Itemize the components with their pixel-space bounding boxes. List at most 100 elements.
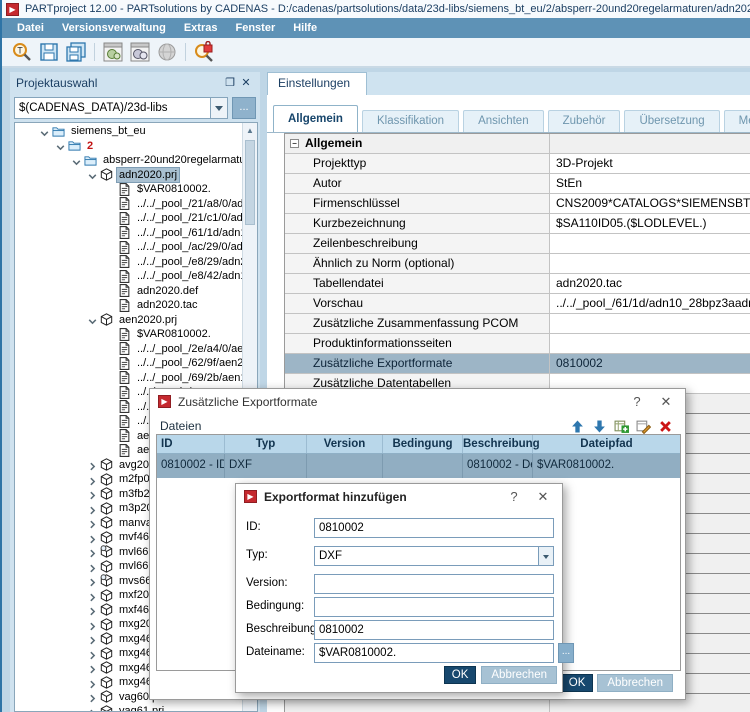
file-icon [118, 386, 133, 399]
chevron-down-icon[interactable] [538, 547, 553, 565]
beschreibung-field[interactable] [314, 620, 554, 640]
column-header[interactable]: Beschreibung [463, 435, 533, 453]
id-label: ID: [246, 521, 261, 533]
tree-item[interactable]: $VAR0810002. [15, 182, 242, 197]
tree-item[interactable]: $VAR0810002. [15, 327, 242, 342]
save-icon[interactable] [37, 40, 61, 64]
bedingung-field[interactable] [314, 597, 554, 617]
cube-icon [100, 516, 115, 529]
help-button[interactable]: ? [626, 394, 648, 409]
property-row[interactable]: Tabellendateiadn2020.tac [285, 274, 750, 294]
menu-versionsverwaltung[interactable]: Versionsverwaltung [53, 18, 175, 38]
file-icon [118, 197, 133, 210]
tree-item[interactable]: vag61.prj [15, 704, 242, 712]
cube-icon [100, 647, 115, 660]
property-row-selected[interactable]: Zusätzliche Exportformate0810002 [285, 354, 750, 374]
property-row[interactable]: Produktinformationsseiten [285, 334, 750, 354]
edit-entry-icon[interactable] [633, 418, 653, 435]
cancel-button[interactable]: Abbrechen [597, 674, 673, 692]
property-row[interactable]: Projekttyp3D-Projekt [285, 154, 750, 174]
chevron-right-icon [87, 575, 100, 586]
bedingung-label: Bedingung: [246, 600, 304, 612]
version-field[interactable] [314, 574, 554, 594]
chevron-right-icon [87, 604, 100, 615]
scrollbar-thumb[interactable] [245, 140, 255, 225]
move-up-icon[interactable] [567, 418, 587, 435]
close-button[interactable]: ✕ [655, 394, 677, 410]
tree-item[interactable]: ../../_pool_/62/9f/aen20... [15, 356, 242, 371]
browse-button[interactable]: ... [232, 97, 256, 119]
table-row-selected[interactable]: 0810002 - ID DXF 0810002 - Desc $VAR0810… [157, 454, 680, 478]
search-protected-icon[interactable] [192, 40, 216, 64]
typ-combobox[interactable] [314, 546, 554, 566]
tab-uebersetzung[interactable]: Übersetzung [624, 110, 719, 132]
property-row[interactable]: FirmenschlüsselCNS2009*CATALOGS*SIEMENSB… [285, 194, 750, 214]
property-row[interactable]: AutorStEn [285, 174, 750, 194]
scrollbar-up-icon[interactable]: ▲ [243, 123, 257, 138]
tree-item[interactable]: ../../_pool_/e8/29/adn2... [15, 255, 242, 270]
tab-allgemein[interactable]: Allgemein [273, 105, 358, 132]
column-header[interactable]: ID [157, 435, 225, 453]
tree-item-selected[interactable]: adn2020.prj [15, 168, 242, 183]
tree-item[interactable]: adn2020.def [15, 284, 242, 299]
menu-fenster[interactable]: Fenster [226, 18, 284, 38]
property-row[interactable]: Ähnlich zu Norm (optional) [285, 254, 750, 274]
column-header[interactable]: Version [307, 435, 383, 453]
delete-entry-icon[interactable] [655, 418, 675, 435]
close-button[interactable]: ✕ [532, 489, 554, 505]
id-field[interactable] [314, 518, 554, 538]
property-row[interactable]: Vorschau../../_pool_/61/1d/adn10_28bpz3a… [285, 294, 750, 314]
chevron-down-icon[interactable] [210, 98, 227, 118]
ok-button[interactable]: OK [561, 674, 594, 692]
browse-file-button[interactable]: ... [558, 643, 574, 663]
tab-einstellungen[interactable]: Einstellungen [267, 72, 367, 95]
cube-icon [100, 313, 115, 326]
tab-ansichten[interactable]: Ansichten [463, 110, 544, 132]
cancel-button[interactable]: Abbrechen [481, 666, 557, 684]
tree-item[interactable]: ../../_pool_/2e/a4/0/aen... [15, 342, 242, 357]
property-row[interactable]: Kurzbezeichnung$SA110ID05.($LODLEVEL.) [285, 214, 750, 234]
tab-zubehoer[interactable]: Zubehör [548, 110, 621, 132]
tree-item[interactable]: ../../_pool_/69/2b/aen1... [15, 371, 242, 386]
column-header[interactable]: Bedingung [383, 435, 463, 453]
tab-klassifikation[interactable]: Klassifikation [362, 110, 459, 132]
tree-item[interactable]: absperr-20und20regelarmaturen [15, 153, 242, 168]
save-all-icon[interactable] [64, 40, 88, 64]
column-header[interactable]: Dateipfad [533, 435, 680, 453]
tree-item[interactable]: ../../_pool_/ac/29/0/ad... [15, 240, 242, 255]
property-row[interactable]: Zusätzliche Zusammenfassung PCOM [285, 314, 750, 334]
table-header: ID Typ Version Bedingung Beschreibung Da… [157, 435, 680, 454]
doc-tab-strip: Einstellungen [267, 72, 750, 95]
tab-media-variable[interactable]: Media Variable [724, 110, 750, 132]
project-settings-icon[interactable] [101, 40, 125, 64]
add-entry-icon[interactable] [611, 418, 631, 435]
collapse-icon[interactable]: − [290, 139, 299, 148]
tree-item[interactable]: ../../_pool_/21/a8/0/ad... [15, 197, 242, 212]
column-header[interactable]: Typ [225, 435, 307, 453]
move-down-icon[interactable] [589, 418, 609, 435]
tree-item[interactable]: aen2020.prj [15, 313, 242, 328]
partproject-logo-icon: ▶ [244, 490, 257, 503]
menu-datei[interactable]: Datei [8, 18, 53, 38]
menu-extras[interactable]: Extras [175, 18, 227, 38]
property-row[interactable]: Zeilenbeschreibung [285, 234, 750, 254]
ok-button[interactable]: OK [444, 666, 477, 684]
panel-close-button[interactable]: ✕ [238, 76, 254, 90]
chevron-down-icon [87, 314, 100, 325]
tree-item[interactable]: ../../_pool_/e8/42/adn1... [15, 269, 242, 284]
tree-item[interactable]: ../../_pool_/21/c1/0/ad... [15, 211, 242, 226]
help-button[interactable]: ? [503, 489, 525, 504]
beschreibung-label: Beschreibung: [246, 623, 320, 635]
panel-maximize-button[interactable]: ❐ [222, 76, 238, 90]
dateiname-field[interactable] [314, 643, 554, 663]
tree-item[interactable]: siemens_bt_eu [15, 124, 242, 139]
tree-item[interactable]: 2 [15, 139, 242, 154]
catalog-path-combobox[interactable]: $(CADENAS_DATA)/23d-libs [14, 97, 228, 119]
menu-hilfe[interactable]: Hilfe [284, 18, 326, 38]
property-group-row[interactable]: −Allgemein [285, 134, 750, 154]
zoom-text-icon[interactable]: T [10, 40, 34, 64]
tree-item[interactable]: ../../_pool_/61/1d/adn1... [15, 226, 242, 241]
file-icon [118, 226, 133, 239]
tree-item[interactable]: adn2020.tac [15, 298, 242, 313]
project-preview-icon[interactable] [128, 40, 152, 64]
